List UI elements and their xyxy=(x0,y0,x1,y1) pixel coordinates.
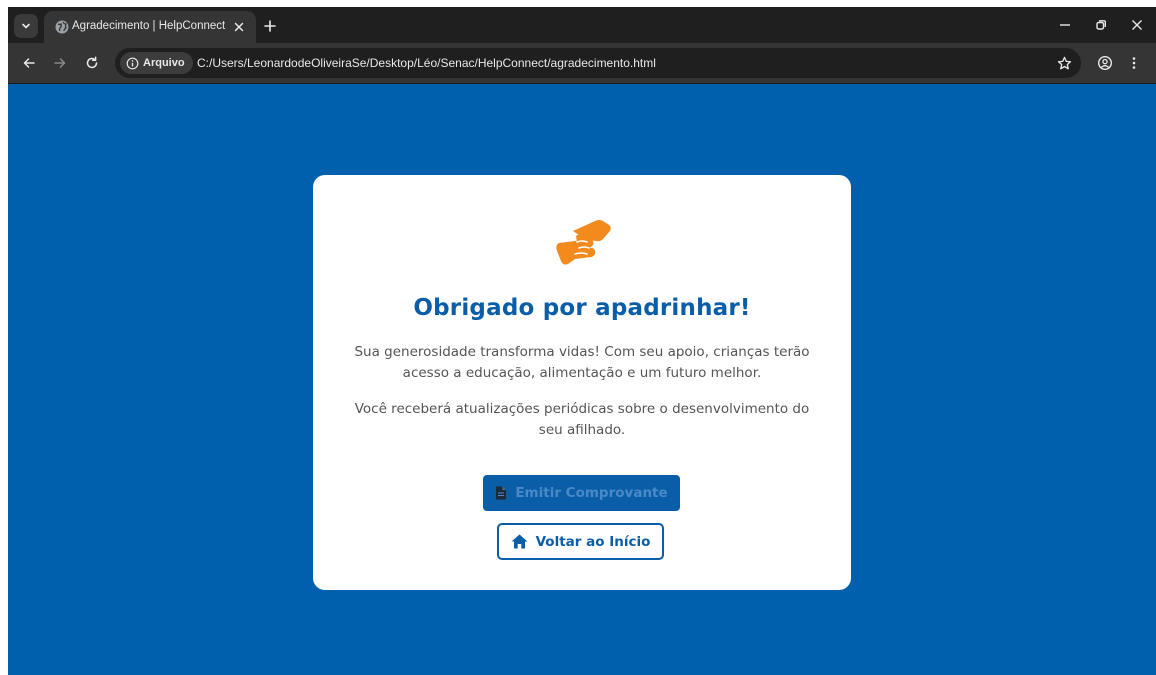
home-icon xyxy=(511,534,528,549)
emit-receipt-label: Emitir Comprovante xyxy=(515,485,668,501)
star-icon xyxy=(1057,56,1071,69)
arrow-left-icon xyxy=(23,58,35,68)
tab-title: Agradecimento | HelpConnect xyxy=(72,20,226,32)
window-close-button[interactable] xyxy=(1124,13,1150,37)
profile-button[interactable] xyxy=(1093,51,1117,75)
browser-toolbar: Arquivo C:/Users/LeonardodeOliveiraSe/De… xyxy=(8,43,1156,84)
arrow-right-icon xyxy=(54,58,66,68)
new-tab-button[interactable] xyxy=(260,16,280,36)
close-icon xyxy=(234,22,244,32)
forward-button[interactable] xyxy=(48,51,72,75)
emit-receipt-button[interactable]: Emitir Comprovante xyxy=(483,475,680,511)
info-icon xyxy=(126,57,139,69)
page-title: Obrigado por apadrinhar! xyxy=(413,295,751,321)
handshake-icon xyxy=(556,220,611,265)
updates-message: Você receberá atualizações periódicas so… xyxy=(354,401,810,438)
back-home-button[interactable]: Voltar ao Início xyxy=(497,523,664,560)
address-bar[interactable]: Arquivo C:/Users/LeonardodeOliveiraSe/De… xyxy=(115,48,1081,78)
restore-button[interactable] xyxy=(1088,13,1114,37)
tab-search-button[interactable] xyxy=(14,14,38,38)
url-text[interactable]: C:/Users/LeonardodeOliveiraSe/Desktop/Lé… xyxy=(197,56,656,70)
file-icon xyxy=(496,486,507,500)
bookmark-button[interactable] xyxy=(1053,52,1075,74)
site-chip-label: Arquivo xyxy=(143,57,185,69)
restore-icon xyxy=(1096,20,1106,30)
page-body: Obrigado por apadrinhar! Sua generosidad… xyxy=(8,84,1156,675)
more-vertical-icon xyxy=(1132,57,1136,69)
browser-menu-button[interactable] xyxy=(1122,51,1146,75)
site-info-chip[interactable]: Arquivo xyxy=(120,52,193,74)
tab-close-button[interactable] xyxy=(230,18,248,36)
plus-icon xyxy=(264,20,276,32)
profile-icon xyxy=(1097,55,1113,71)
minimize-icon xyxy=(1060,24,1070,26)
tab-active[interactable]: Agradecimento | HelpConnect xyxy=(44,11,256,43)
browser-window: Agradecimento | HelpConnect Arquivo C:/U… xyxy=(8,7,1156,675)
thank-you-card: Obrigado por apadrinhar! Sua generosidad… xyxy=(313,175,851,590)
back-home-label: Voltar ao Início xyxy=(535,533,651,550)
minimize-button[interactable] xyxy=(1052,13,1078,37)
reload-button[interactable] xyxy=(80,51,104,75)
reload-icon xyxy=(86,56,98,69)
thank-you-message: Sua generosidade transforma vidas! Com s… xyxy=(354,344,810,381)
close-icon xyxy=(1132,20,1142,30)
globe-icon xyxy=(55,20,69,34)
back-button[interactable] xyxy=(17,51,41,75)
tab-strip: Agradecimento | HelpConnect xyxy=(8,7,1156,43)
chevron-down-icon xyxy=(22,23,30,29)
